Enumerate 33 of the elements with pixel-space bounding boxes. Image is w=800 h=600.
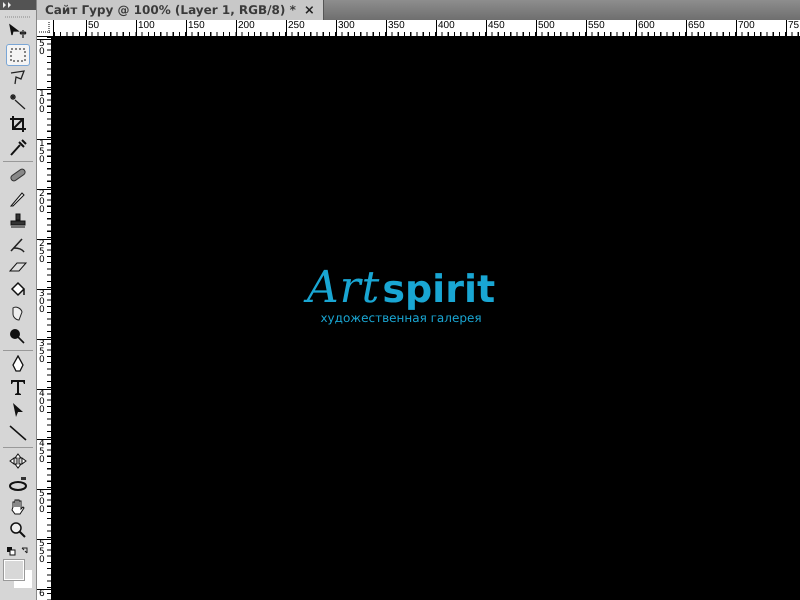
ruler-label: 75	[786, 20, 800, 36]
ruler-label: 50	[86, 20, 136, 36]
crop-icon	[8, 115, 28, 133]
ruler-label: 450	[486, 20, 536, 36]
collapse-icon[interactable]	[3, 2, 12, 8]
ruler-label: 100	[136, 20, 186, 36]
ruler-label: 200	[236, 20, 286, 36]
marquee-tool[interactable]	[6, 44, 30, 66]
ruler-label: 650	[686, 20, 736, 36]
marquee-icon	[8, 46, 28, 64]
bucket-icon	[8, 281, 28, 299]
wand-icon	[8, 92, 28, 110]
ruler-label: 350	[386, 20, 436, 36]
eyedropper-icon	[8, 138, 28, 156]
ruler-label: 600	[636, 20, 686, 36]
ruler-label: 500	[536, 20, 586, 36]
logo-tagline: художественная галерея	[320, 311, 482, 325]
ruler-label: 150	[186, 20, 236, 36]
ruler-label: 700	[736, 20, 786, 36]
ruler-label: 300	[336, 20, 386, 36]
close-tab-button[interactable]: ×	[304, 2, 315, 18]
zoom-icon	[8, 521, 28, 539]
type-icon	[8, 378, 28, 396]
move-icon	[8, 23, 28, 41]
stamp-icon	[8, 212, 28, 230]
line-icon	[8, 424, 28, 442]
ruler-label: 250	[286, 20, 336, 36]
lasso-icon	[8, 69, 28, 87]
ruler-label: 550	[586, 20, 636, 36]
color-swatches[interactable]	[3, 559, 33, 589]
document-tab[interactable]: Сайт Гуру @ 100% (Layer 1, RGB/8) * ×	[37, 0, 324, 20]
logo-bold-word: spirit	[382, 267, 496, 311]
ruler-label: 400	[436, 20, 486, 36]
